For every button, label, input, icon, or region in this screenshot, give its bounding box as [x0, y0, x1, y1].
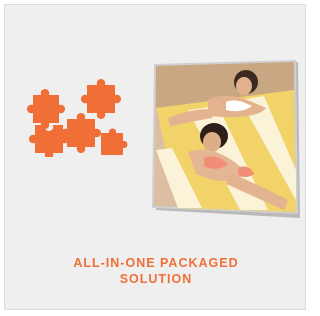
caption-line-2: SOLUTION	[119, 272, 193, 286]
feature-caption: ALL-IN-ONE PACKAGED SOLUTION	[25, 255, 287, 287]
caption-line-1: ALL-IN-ONE PACKAGED	[73, 256, 239, 270]
feature-card: ALL-IN-ONE PACKAGED SOLUTION	[4, 4, 306, 310]
canvas-photo	[152, 60, 300, 218]
puzzle-pieces-icon	[27, 79, 128, 157]
